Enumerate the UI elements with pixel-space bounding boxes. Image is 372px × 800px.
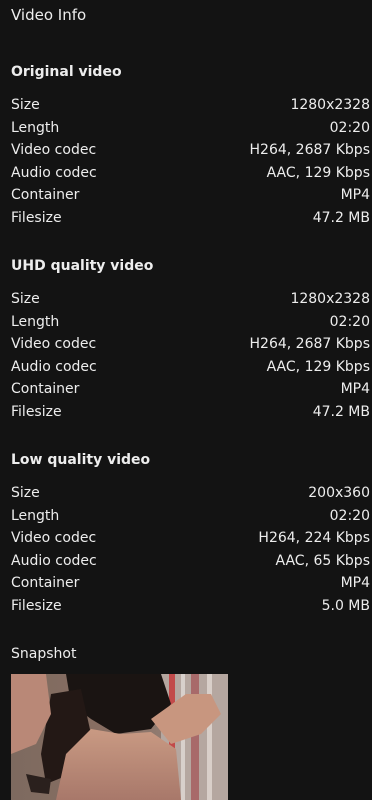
info-row-container: Container MP4 [11, 572, 370, 595]
info-row-audio-codec: Audio codec AAC, 129 Kbps [11, 356, 370, 379]
section-title: UHD quality video [11, 258, 154, 274]
info-row-audio-codec: Audio codec AAC, 129 Kbps [11, 162, 370, 185]
info-label: Length [11, 119, 60, 136]
info-row-container: Container MP4 [11, 184, 370, 207]
info-list: Size 200x360 Length 02:20 Video codec H2… [11, 482, 370, 618]
info-label: Size [11, 97, 40, 113]
snapshot-thumbnail[interactable] [11, 674, 228, 800]
info-value: 47.2 MB [312, 209, 370, 226]
info-row-video-codec: Video codec H264, 2687 Kbps [11, 333, 370, 356]
section-original-video: Original video Size 1280x2328 Length 02:… [11, 62, 370, 230]
info-value: 1280x2328 [290, 97, 370, 113]
info-row-length: Length 02:20 [11, 117, 370, 140]
snapshot-image [11, 674, 228, 800]
info-row-video-codec: Video codec H264, 224 Kbps [11, 527, 370, 550]
info-label: Audio codec [11, 552, 97, 569]
info-row-length: Length 02:20 [11, 505, 370, 528]
info-value: H264, 224 Kbps [258, 530, 370, 547]
info-label: Size [11, 485, 40, 501]
info-list: Size 1280x2328 Length 02:20 Video codec … [11, 94, 370, 230]
info-label: Filesize [11, 597, 62, 614]
info-value: AAC, 129 Kbps [266, 164, 370, 181]
section-title: Original video [11, 64, 122, 80]
info-label: Video codec [11, 142, 97, 159]
section-low-quality-video: Low quality video Size 200x360 Length 02… [11, 450, 370, 618]
info-value: MP4 [340, 381, 370, 398]
info-row-size: Size 1280x2328 [11, 288, 370, 311]
info-value: MP4 [340, 575, 370, 592]
info-label: Size [11, 291, 40, 307]
info-value: MP4 [340, 187, 370, 204]
info-list: Size 1280x2328 Length 02:20 Video codec … [11, 288, 370, 424]
info-value: 200x360 [308, 485, 370, 501]
info-label: Audio codec [11, 358, 97, 375]
info-value: H264, 2687 Kbps [249, 336, 370, 353]
section-uhd-quality-video: UHD quality video Size 1280x2328 Length … [11, 256, 370, 424]
info-label: Length [11, 313, 60, 330]
info-label: Filesize [11, 403, 62, 420]
info-label: Video codec [11, 336, 97, 353]
info-label: Length [11, 507, 60, 524]
info-value: H264, 2687 Kbps [249, 142, 370, 159]
info-label: Video codec [11, 530, 97, 547]
info-value: 02:20 [329, 119, 370, 136]
info-row-filesize: Filesize 5.0 MB [11, 595, 370, 618]
info-row-container: Container MP4 [11, 378, 370, 401]
info-value: 47.2 MB [312, 403, 370, 420]
snapshot-label: Snapshot [11, 646, 77, 662]
info-label: Container [11, 187, 80, 204]
info-value: 02:20 [329, 507, 370, 524]
info-row-filesize: Filesize 47.2 MB [11, 401, 370, 424]
info-value: AAC, 129 Kbps [266, 358, 370, 375]
info-label: Audio codec [11, 164, 97, 181]
info-value: 5.0 MB [321, 597, 370, 614]
info-value: 1280x2328 [290, 291, 370, 307]
info-row-audio-codec: Audio codec AAC, 65 Kbps [11, 550, 370, 573]
info-row-size: Size 200x360 [11, 482, 370, 505]
info-label: Container [11, 575, 80, 592]
info-row-length: Length 02:20 [11, 311, 370, 334]
page-title: Video Info [11, 6, 87, 24]
info-row-filesize: Filesize 47.2 MB [11, 207, 370, 230]
section-title: Low quality video [11, 452, 151, 468]
info-value: 02:20 [329, 313, 370, 330]
info-row-size: Size 1280x2328 [11, 94, 370, 117]
info-label: Container [11, 381, 80, 398]
info-value: AAC, 65 Kbps [275, 552, 371, 569]
info-label: Filesize [11, 209, 62, 226]
info-row-video-codec: Video codec H264, 2687 Kbps [11, 139, 370, 162]
